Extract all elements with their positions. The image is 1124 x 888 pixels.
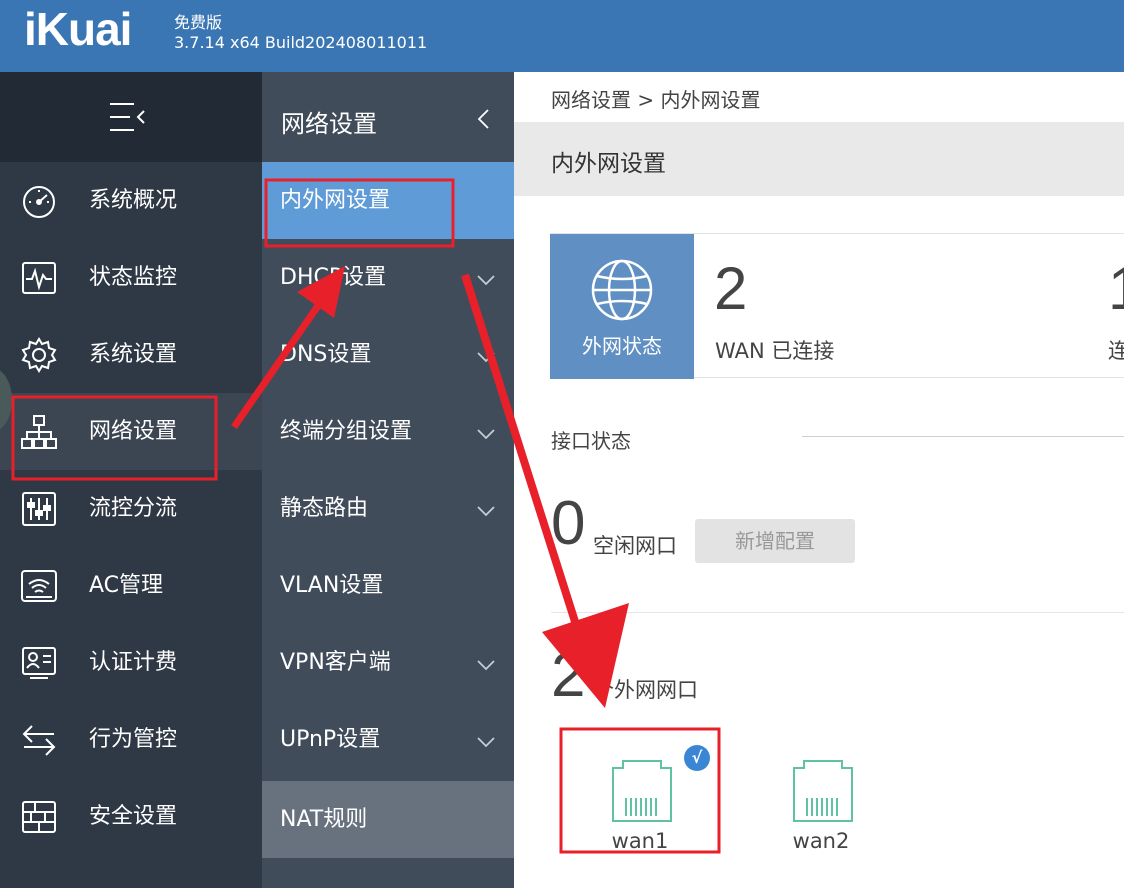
sidebar-item-label: 流控分流 xyxy=(89,496,178,521)
network-tree-icon xyxy=(20,413,58,451)
submenu-item-nat[interactable]: NAT规则 xyxy=(262,781,514,858)
chevron-left-icon[interactable] xyxy=(476,108,490,130)
port-label: wan1 xyxy=(611,829,669,853)
version-label: 3.7.14 x64 Build202408011011 xyxy=(174,33,428,52)
page-title-bar: 内外网设置 xyxy=(514,122,1124,196)
sidebar-item-status-monitor[interactable]: 状态监控 xyxy=(0,239,262,316)
sidebar-item-label: 安全设置 xyxy=(89,804,178,829)
sidebar-item-system-settings[interactable]: 系统设置 xyxy=(0,316,262,393)
submenu-item-label: 终端分组设置 xyxy=(280,419,413,444)
submenu-item-vlan[interactable]: VLAN设置 xyxy=(262,547,514,624)
wan-status-card: 外网状态 2 WAN 已连接 1 连 xyxy=(550,233,1124,379)
sidebar-item-flow-control[interactable]: 流控分流 xyxy=(0,470,262,547)
idle-port-label: 空闲网口 xyxy=(593,534,677,558)
submenu-item-upnp[interactable]: UPnP设置 xyxy=(262,701,514,778)
submenu-item-dns[interactable]: DNS设置 xyxy=(262,316,514,393)
chevron-down-icon xyxy=(476,425,496,440)
submenu-title: 网络设置 xyxy=(281,110,377,138)
submenu-item-vpn-client[interactable]: VPN客户端 xyxy=(262,624,514,701)
globe-icon xyxy=(590,258,654,322)
port-label: wan2 xyxy=(792,829,850,853)
submenu-item-label: VPN客户端 xyxy=(280,650,391,675)
chevron-down-icon xyxy=(476,271,496,286)
chevron-down-icon xyxy=(476,502,496,517)
chevron-down-icon xyxy=(476,656,496,671)
add-config-button[interactable]: 新增配置 xyxy=(695,519,855,563)
interface-status-heading: 接口状态 xyxy=(551,429,631,453)
submenu-item-static-route[interactable]: 静态路由 xyxy=(262,470,514,547)
ethernet-port-icon xyxy=(786,758,860,824)
external-port-count: 2 xyxy=(551,641,586,710)
sidebar-item-behavior-control[interactable]: 行为管控 xyxy=(0,701,262,778)
window-icon xyxy=(20,875,58,888)
sidebar-item-label: 状态监控 xyxy=(89,265,178,290)
sidebar-item-label: 系统设置 xyxy=(89,342,178,367)
brick-wall-icon xyxy=(20,798,58,836)
chevron-down-icon xyxy=(476,733,496,748)
submenu-panel: 网络设置 内外网设置 DHCP设置 DNS设置 终端分组设置 静态路由 VLAN… xyxy=(262,72,514,888)
sliders-icon xyxy=(20,490,58,528)
swap-arrows-icon xyxy=(20,721,58,759)
id-card-icon xyxy=(20,644,58,682)
main-sidebar: 系统概况 状态监控 系统设置 网络设置 流控分流 AC管理 认证计费 行为管控 … xyxy=(0,72,262,888)
submenu-item-dhcp[interactable]: DHCP设置 xyxy=(262,239,514,316)
edition-label: 免费版 xyxy=(174,13,223,32)
submenu-item-terminal-group[interactable]: 终端分组设置 xyxy=(262,393,514,470)
port-wan1[interactable]: √ wan1 xyxy=(585,738,710,858)
ikuai-logo: iKuai xyxy=(24,3,132,55)
wifi-icon xyxy=(20,567,58,605)
sidebar-item-label: 网络设置 xyxy=(89,419,178,444)
sidebar-item-label: 系统概况 xyxy=(89,188,178,213)
wan-status-label: 外网状态 xyxy=(582,334,662,358)
speedometer-icon xyxy=(20,182,58,220)
gear-icon xyxy=(20,336,58,374)
sidebar-item-label: 行为管控 xyxy=(89,727,178,752)
submenu-item-label: UPnP设置 xyxy=(280,727,381,752)
sidebar-item-next[interactable] xyxy=(0,855,262,888)
next-stat-label: 连 xyxy=(1108,339,1124,363)
sidebar-item-ac-management[interactable]: AC管理 xyxy=(0,547,262,624)
top-header: iKuai 免费版 3.7.14 x64 Build202408011011 xyxy=(0,0,1124,72)
wan-connected-count: 2 xyxy=(714,255,748,322)
sidebar-item-network-settings[interactable]: 网络设置 xyxy=(0,393,262,470)
submenu-item-label: NAT规则 xyxy=(280,807,368,832)
wan-connected-label: WAN 已连接 xyxy=(715,339,835,363)
sidebar-header xyxy=(0,72,262,162)
submenu-item-label: VLAN设置 xyxy=(280,573,384,598)
sidebar-item-label: AC管理 xyxy=(89,573,164,598)
submenu-item-label: 内外网设置 xyxy=(280,188,391,213)
divider xyxy=(802,436,1124,437)
sidebar-item-label: 认证计费 xyxy=(89,650,178,675)
collapse-menu-icon[interactable] xyxy=(108,100,148,134)
wan-status-tab[interactable]: 外网状态 xyxy=(550,234,694,379)
pulse-monitor-icon xyxy=(20,259,58,297)
page-title: 内外网设置 xyxy=(551,151,666,177)
external-port-label: 个外网网口 xyxy=(593,678,698,702)
sidebar-item-auth-billing[interactable]: 认证计费 xyxy=(0,624,262,701)
submenu-item-label: DNS设置 xyxy=(280,342,372,367)
submenu-item-lan-wan[interactable]: 内外网设置 xyxy=(262,162,514,239)
port-wan2[interactable]: wan2 xyxy=(766,738,876,858)
divider xyxy=(551,612,1124,613)
submenu-item-label: 静态路由 xyxy=(280,496,369,521)
sidebar-item-security-settings[interactable]: 安全设置 xyxy=(0,778,262,855)
breadcrumb: 网络设置 > 内外网设置 xyxy=(551,88,761,112)
submenu-item-label: DHCP设置 xyxy=(280,265,387,290)
chevron-down-icon xyxy=(476,348,496,363)
ethernet-port-icon xyxy=(605,758,679,824)
next-stat-count: 1 xyxy=(1108,254,1124,323)
selected-check-icon: √ xyxy=(684,745,710,771)
idle-port-count: 0 xyxy=(551,489,586,558)
sidebar-item-system-overview[interactable]: 系统概况 xyxy=(0,162,262,239)
